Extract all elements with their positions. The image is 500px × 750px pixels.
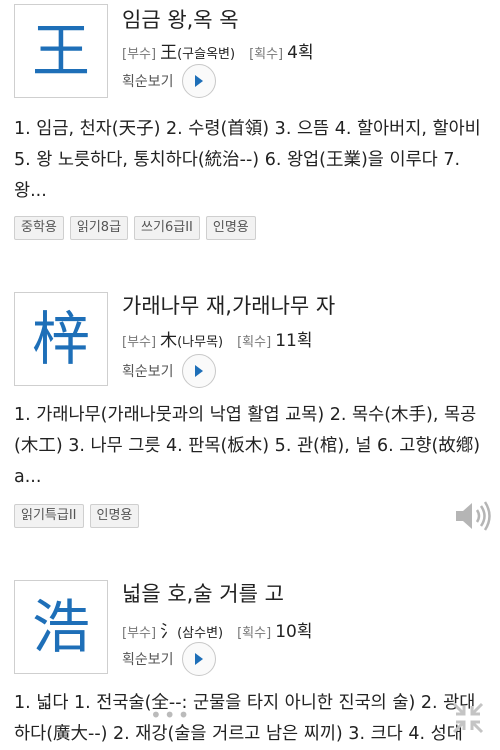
hanja-meta: [부수] 木(나무목) [획수] 11획 [122,326,312,351]
badge-middle-school: 중학용 [14,216,64,240]
collapse-icon[interactable] [450,700,486,740]
badge-name-use: 인명용 [205,216,256,240]
strokes-tag: [획수] [237,335,272,350]
stroke-order-label: 획순보기 [122,74,174,90]
strokes-tag: [획수] [249,47,284,62]
hanja-reading: 가래나무 재,가래나무 자 [122,294,336,318]
stroke-order-control: 획순보기 [122,64,216,98]
hanja-glyph-box[interactable]: 王 [14,4,108,98]
hanja-meaning: 1. 가래나무(가래나뭇과의 낙엽 활엽 교목) 2. 목수(木手), 목공(木… [14,405,481,487]
more-dots-icon[interactable]: ••• [150,703,191,727]
play-icon [194,653,203,665]
play-icon [194,365,203,377]
stroke-order-play-button[interactable] [181,642,216,676]
hanja-character: 梓 [31,305,90,373]
hanja-glyph-box[interactable]: 梓 [14,292,108,386]
stroke-order-control: 획순보기 [122,642,216,676]
radical: 王(구슬옥변) [160,43,236,63]
hanja-reading: 임금 왕,옥 옥 [122,8,239,32]
stroke-count: 11획 [275,331,313,351]
hanja-meta: [부수] 王(구슬옥변) [획수] 4획 [122,38,314,63]
stroke-count: 10획 [275,622,313,642]
stroke-count: 4획 [287,43,314,63]
radical-tag: [부수] [122,626,157,641]
badge-name-use: 인명용 [89,504,140,528]
badge-reading-level: 읽기8급 [69,216,129,240]
play-icon [194,75,203,87]
badge-list: 중학용 읽기8급 쓰기6급II 인명용 [14,216,262,240]
radical-tag: [부수] [122,47,157,62]
badge-reading-level: 읽기특급II [14,504,84,528]
stroke-order-control: 획순보기 [122,354,216,388]
badge-writing-level: 쓰기6급II [134,216,200,240]
hanja-character: 浩 [31,593,90,661]
hanja-meaning: 1. 임금, 천자(天子) 2. 수령(首領) 3. 으뜸 4. 할아버지, 할… [14,119,481,201]
radical-tag: [부수] [122,335,157,350]
stroke-order-label: 획순보기 [122,652,174,668]
hanja-character: 王 [31,17,90,85]
stroke-order-play-button[interactable] [181,354,216,388]
hanja-reading: 넓을 호,술 거를 고 [122,582,284,606]
hanja-meaning: 1. 넓다 1. 전국술(全--: 군물을 타지 아니한 진국의 술) 2. 광… [14,693,476,744]
speaker-icon[interactable] [454,500,492,536]
hanja-meta: [부수] 氵(삼수변) [획수] 10획 [122,617,312,642]
stroke-order-play-button[interactable] [181,64,216,98]
radical: 氵(삼수변) [160,622,224,642]
strokes-tag: [획수] [237,626,272,641]
hanja-glyph-box[interactable]: 浩 [14,580,108,674]
badge-list: 읽기특급II 인명용 [14,504,145,528]
stroke-order-label: 획순보기 [122,364,174,380]
radical: 木(나무목) [160,331,224,351]
